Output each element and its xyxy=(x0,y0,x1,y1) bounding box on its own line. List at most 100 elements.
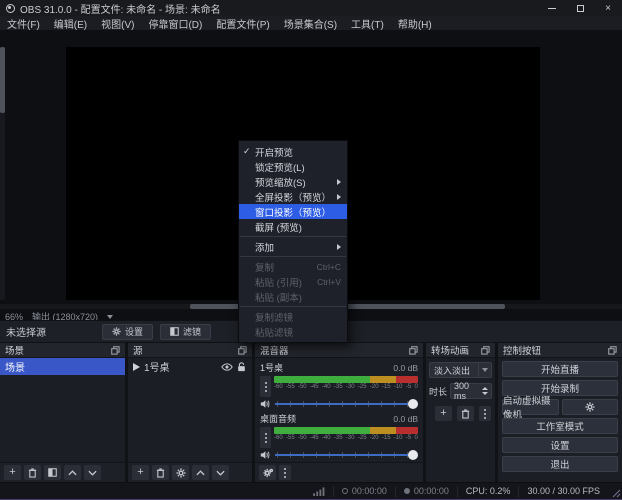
chevron-up-icon xyxy=(196,470,205,476)
exit-button[interactable]: 退出 xyxy=(502,456,618,472)
scene-list-item[interactable]: 场景 xyxy=(0,358,125,375)
eye-icon[interactable] xyxy=(221,363,233,371)
menu-separator xyxy=(240,256,346,257)
scene-move-up-button[interactable] xyxy=(64,465,81,480)
meter-orange-segment xyxy=(370,376,397,383)
dock-popout-icon[interactable] xyxy=(238,346,247,355)
record-status-icon xyxy=(404,488,410,494)
close-button[interactable]: × xyxy=(594,0,622,16)
stream-status-icon xyxy=(342,488,348,494)
vertical-scrollbar-thumb[interactable] xyxy=(0,47,5,113)
maximize-button[interactable] xyxy=(566,0,594,16)
menu-separator xyxy=(240,236,346,237)
scenes-toolbar: + xyxy=(0,462,125,482)
meter-green-segment xyxy=(274,427,370,434)
menu-help[interactable]: 帮助(H) xyxy=(391,16,439,30)
sources-title: 源 xyxy=(133,343,143,357)
transition-select[interactable]: 淡入淡出 xyxy=(429,362,492,378)
meter-red-segment xyxy=(396,427,418,434)
duration-label: 时长 xyxy=(429,385,447,398)
menu-item-preview-scaling[interactable]: 预览缩放(S) xyxy=(239,174,347,189)
spinner-arrows[interactable] xyxy=(481,387,491,395)
menu-tools[interactable]: 工具(T) xyxy=(344,16,391,30)
virtual-camera-config-button[interactable] xyxy=(562,399,619,415)
channel-name: 桌面音频 xyxy=(260,412,296,425)
source-filters-button[interactable]: 滤镜 xyxy=(160,324,211,340)
minimize-icon xyxy=(548,8,556,9)
source-list-item[interactable]: 1号桌 xyxy=(128,358,252,375)
remove-transition-button[interactable] xyxy=(457,406,474,421)
menu-item-paste-filters[interactable]: 粘贴滤镜 xyxy=(239,324,347,339)
channel-menu-button[interactable] xyxy=(260,427,271,448)
menu-item-fullscreen-projector[interactable]: 全屏投影（预览） xyxy=(239,189,347,204)
duration-spinner[interactable]: 300 ms xyxy=(450,383,492,399)
volume-slider[interactable] xyxy=(275,450,418,460)
menu-item-lock-preview[interactable]: 锁定预览(L) xyxy=(239,159,347,174)
menu-item-paste-duplicate[interactable]: 粘贴 (副本) xyxy=(239,289,347,304)
mixer-body: 1号桌 0.0 dB -60-55-50-45-40-35-30-25-20-1… xyxy=(255,358,423,462)
source-move-down-button[interactable] xyxy=(212,465,229,480)
dock-popout-icon[interactable] xyxy=(409,346,418,355)
vertical-scrollbar[interactable] xyxy=(0,47,5,300)
add-source-button[interactable]: + xyxy=(132,465,149,480)
mixer-menu-button[interactable] xyxy=(279,465,291,480)
mixer-dock-header: 混音器 xyxy=(255,343,423,358)
sources-list: 1号桌 xyxy=(128,358,252,462)
remove-source-button[interactable] xyxy=(152,465,169,480)
start-streaming-button[interactable]: 开始直播 xyxy=(502,361,618,377)
settings-button[interactable]: 设置 xyxy=(502,437,618,453)
menu-item-screenshot-preview[interactable]: 截屏 (预览) xyxy=(239,219,347,234)
speaker-icon[interactable] xyxy=(260,399,270,409)
volume-meter xyxy=(274,376,418,383)
menu-item-enable-preview[interactable]: ✓ 开启预览 xyxy=(239,144,347,159)
menu-item-copy-filters[interactable]: 复制滤镜 xyxy=(239,309,347,324)
scenes-dock: 场景 场景 + xyxy=(0,343,125,482)
chevron-down-icon xyxy=(482,368,488,372)
scene-move-down-button[interactable] xyxy=(84,465,101,480)
check-icon: ✓ xyxy=(243,146,255,157)
advanced-audio-button[interactable] xyxy=(259,465,276,480)
menu-item-add[interactable]: 添加 xyxy=(239,239,347,254)
mixer-channel: 1号桌 0.0 dB -60-55-50-45-40-35-30-25-20-1… xyxy=(260,361,418,409)
dock-popout-icon[interactable] xyxy=(608,346,617,355)
window-title: OBS 31.0.0 - 配置文件: 未命名 - 场景: 未命名 xyxy=(20,1,221,16)
channel-volume-db: 0.0 dB xyxy=(393,363,418,373)
add-transition-button[interactable]: + xyxy=(435,406,452,421)
trash-icon xyxy=(461,409,470,419)
source-properties-button[interactable]: 设置 xyxy=(102,324,153,340)
trash-icon xyxy=(156,468,165,478)
transitions-dock-header: 转场动画 xyxy=(426,343,495,358)
stream-timer: 00:00:00 xyxy=(333,486,395,497)
menu-item-paste-reference[interactable]: 粘贴 (引用) Ctrl+V xyxy=(239,274,347,289)
speaker-icon[interactable] xyxy=(260,450,270,460)
transition-properties-button[interactable] xyxy=(479,406,491,421)
minimize-button[interactable] xyxy=(538,0,566,16)
menu-view[interactable]: 视图(V) xyxy=(94,16,141,30)
select-caret xyxy=(478,363,491,377)
menu-scene-collection[interactable]: 场景集合(S) xyxy=(277,16,344,30)
remove-scene-button[interactable] xyxy=(24,465,41,480)
menu-profile[interactable]: 配置文件(P) xyxy=(209,16,276,30)
slider-handle[interactable] xyxy=(408,399,418,409)
slider-track xyxy=(275,403,418,405)
volume-slider[interactable] xyxy=(275,399,418,409)
scene-name: 场景 xyxy=(5,359,25,374)
lock-icon[interactable] xyxy=(237,362,246,372)
dock-popout-icon[interactable] xyxy=(111,346,120,355)
menu-file[interactable]: 文件(F) xyxy=(0,16,47,30)
dock-popout-icon[interactable] xyxy=(481,346,490,355)
channel-menu-button[interactable] xyxy=(260,376,271,397)
resize-grip[interactable] xyxy=(612,489,621,498)
menu-docks[interactable]: 停靠窗口(D) xyxy=(141,16,209,30)
scene-filters-button[interactable] xyxy=(44,465,61,480)
menu-item-copy[interactable]: 复制 Ctrl+C xyxy=(239,259,347,274)
submenu-arrow-icon xyxy=(337,179,341,185)
menu-item-windowed-projector[interactable]: 窗口投影（预览） xyxy=(239,204,347,219)
start-virtual-camera-button[interactable]: 启动虚拟摄像机 xyxy=(502,399,559,415)
slider-handle[interactable] xyxy=(408,450,418,460)
studio-mode-button[interactable]: 工作室模式 xyxy=(502,418,618,434)
source-move-up-button[interactable] xyxy=(192,465,209,480)
source-properties-toolbar-button[interactable] xyxy=(172,465,189,480)
menu-edit[interactable]: 编辑(E) xyxy=(47,16,94,30)
add-scene-button[interactable]: + xyxy=(4,465,21,480)
